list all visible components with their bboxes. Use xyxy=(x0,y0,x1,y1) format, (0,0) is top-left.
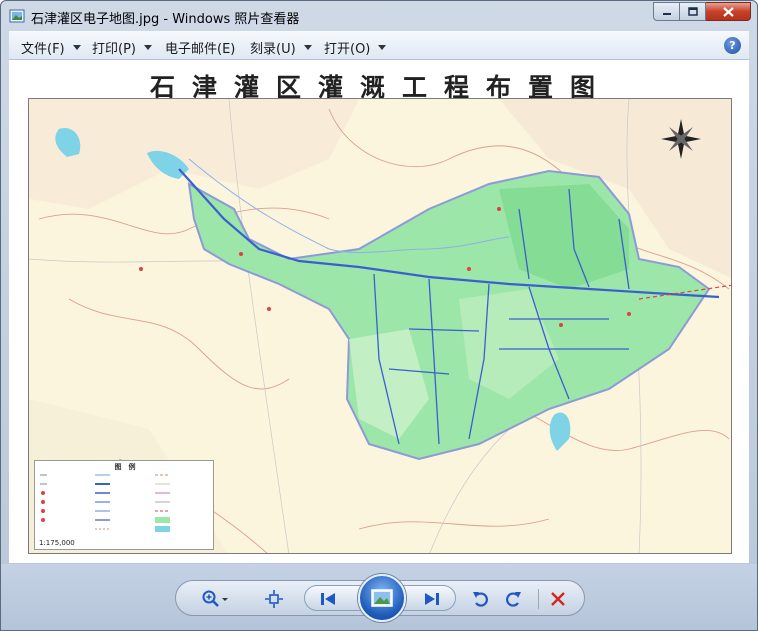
zoom-button[interactable] xyxy=(198,588,234,610)
photo-viewer-app-icon xyxy=(9,9,25,23)
close-icon xyxy=(722,6,734,17)
previous-button[interactable] xyxy=(313,589,343,609)
chevron-down-icon xyxy=(72,45,81,50)
title-bar[interactable]: 石津灌区电子地图.jpg - Windows 照片查看器 xyxy=(1,1,757,31)
maximize-button[interactable] xyxy=(680,2,706,21)
displayed-map-image: 石津灌区灌溉工程布置图 图 例 1:175,000 xyxy=(25,60,737,558)
rotate-cw-icon xyxy=(506,592,521,607)
map-frame: 图 例 1:175,000 xyxy=(28,98,732,554)
slideshow-icon xyxy=(371,589,393,607)
rotate-clockwise-button[interactable] xyxy=(501,588,525,610)
toolbar-separator xyxy=(538,589,539,609)
caption-buttons xyxy=(653,2,751,22)
menu-burn[interactable]: 刻录(U) xyxy=(250,38,312,57)
menu-print-label: 打印(P) xyxy=(92,42,136,57)
minimize-button[interactable] xyxy=(653,2,680,21)
actual-size-button[interactable] xyxy=(262,588,286,610)
playback-toolbar xyxy=(1,564,757,630)
next-icon xyxy=(425,593,439,605)
map-legend: 图 例 1:175,000 xyxy=(34,460,214,550)
delete-button[interactable] xyxy=(546,588,570,610)
previous-icon xyxy=(321,593,335,605)
chevron-down-icon xyxy=(378,45,387,50)
close-button[interactable] xyxy=(706,2,751,21)
menu-email[interactable]: 电子邮件(E) xyxy=(165,38,235,57)
chevron-down-icon xyxy=(303,45,312,50)
photo-viewer-window: 石津灌区电子地图.jpg - Windows 照片查看器 文件(F) 打印(P)… xyxy=(0,0,758,631)
menu-email-label: 电子邮件(E) xyxy=(165,42,236,57)
menu-open-label: 打开(O) xyxy=(324,42,371,57)
rotate-counterclockwise-button[interactable] xyxy=(469,588,493,610)
help-icon[interactable]: ? xyxy=(724,37,741,54)
image-viewport[interactable]: 石津灌区灌溉工程布置图 图 例 1:175,000 xyxy=(9,60,749,563)
legend-symbols xyxy=(40,474,170,532)
chevron-down-icon xyxy=(143,45,152,50)
menu-bar: 文件(F) 打印(P) 电子邮件(E) 刻录(U) 打开(O) ? xyxy=(9,31,749,60)
window-title: 石津灌区电子地图.jpg - Windows 照片查看器 xyxy=(31,12,300,27)
rotate-ccw-icon xyxy=(473,592,488,607)
actual-size-icon xyxy=(265,590,283,608)
menu-print[interactable]: 打印(P) xyxy=(92,38,152,57)
maximize-icon xyxy=(687,7,698,16)
map-scale: 1:175,000 xyxy=(39,539,75,547)
next-button[interactable] xyxy=(417,589,447,609)
control-pill xyxy=(175,574,585,622)
minimize-icon xyxy=(662,12,671,15)
menu-burn-label: 刻录(U) xyxy=(250,42,296,57)
menu-file[interactable]: 文件(F) xyxy=(21,38,81,57)
menu-open[interactable]: 打开(O) xyxy=(324,38,387,57)
delete-icon xyxy=(551,592,565,606)
slideshow-button[interactable] xyxy=(358,574,406,622)
menu-file-label: 文件(F) xyxy=(21,42,65,57)
zoom-icon xyxy=(202,590,228,607)
